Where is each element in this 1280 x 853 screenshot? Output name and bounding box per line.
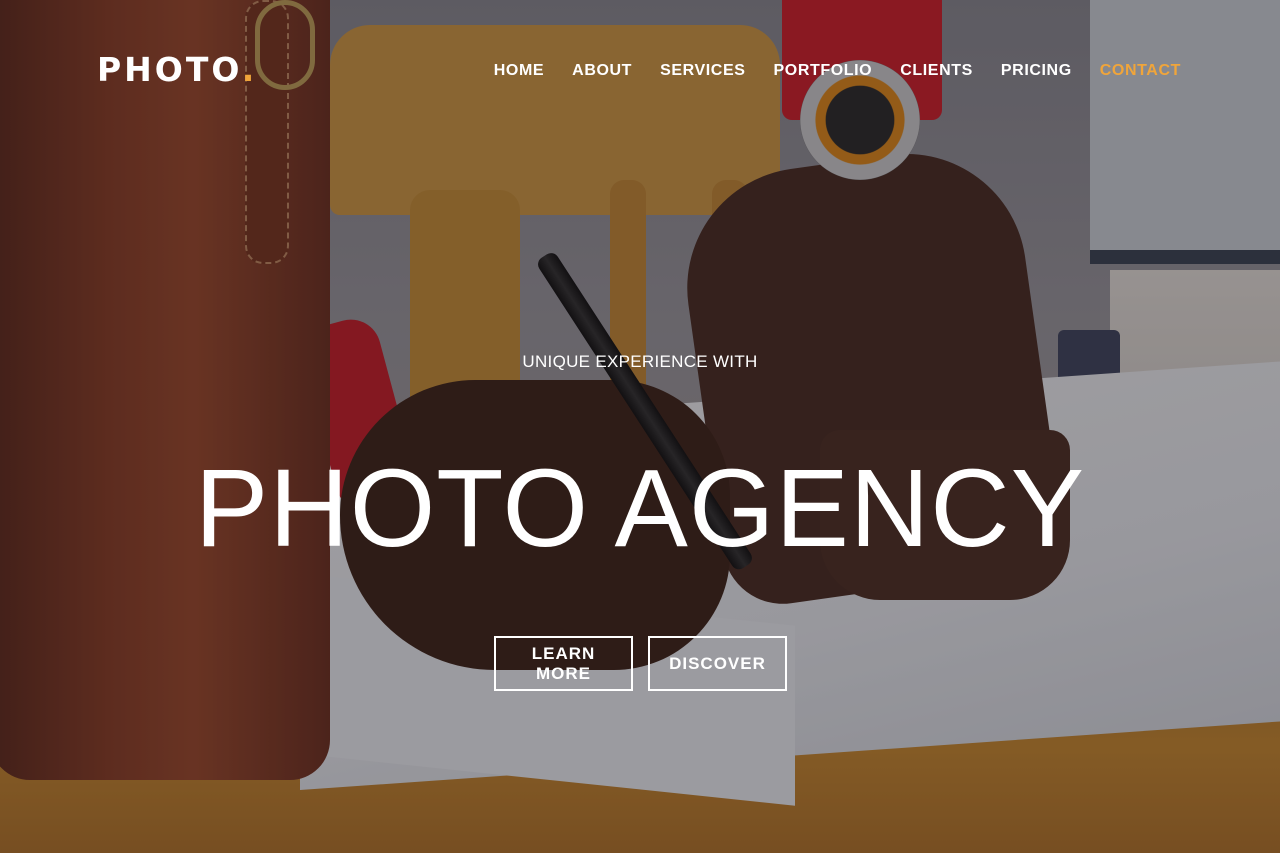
nav-item-home[interactable]: HOME: [494, 60, 544, 82]
nav-item-contact[interactable]: CONTACT: [1100, 60, 1181, 82]
nav-item-clients[interactable]: CLIENTS: [900, 60, 973, 82]
nav-item-about[interactable]: ABOUT: [572, 60, 632, 82]
learn-more-button[interactable]: LEARN MORE: [494, 636, 633, 691]
main-navigation: HOME ABOUT SERVICES PORTFOLIO CLIENTS PR…: [494, 60, 1181, 82]
brand-dot: .: [241, 50, 258, 89]
nav-item-services[interactable]: SERVICES: [660, 60, 745, 82]
dark-overlay: [0, 0, 1280, 853]
nav-item-portfolio[interactable]: PORTFOLIO: [774, 60, 873, 82]
nav-item-pricing[interactable]: PRICING: [1001, 60, 1072, 82]
discover-button[interactable]: DISCOVER: [648, 636, 787, 691]
hero-buttons: LEARN MORE DISCOVER: [494, 636, 787, 691]
hero-title: PHOTO AGENCY: [194, 447, 1086, 570]
brand-name: PHOTO: [97, 50, 242, 89]
hero-background-photo: [0, 0, 1280, 853]
brand-logo[interactable]: PHOTO.: [97, 50, 257, 90]
hero-kicker: UNIQUE EXPERIENCE WITH: [522, 352, 758, 371]
